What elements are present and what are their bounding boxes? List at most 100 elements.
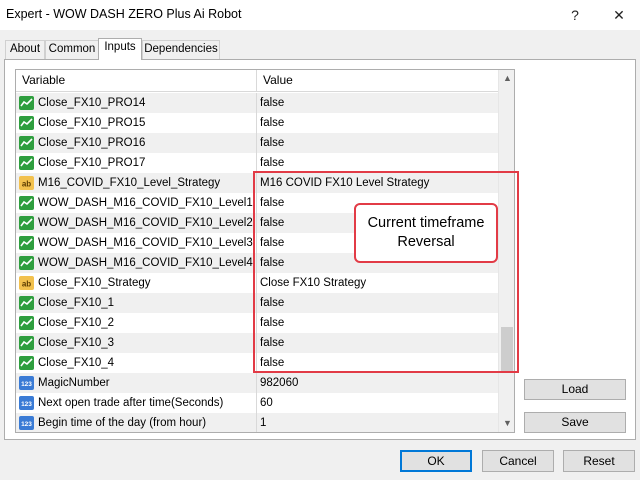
bool-param-icon xyxy=(19,356,34,370)
variable-name: WOW_DASH_M16_COVID_FX10_Level3 xyxy=(38,237,253,249)
reset-button[interactable]: Reset xyxy=(563,450,635,472)
table-row[interactable]: 123 Begin time of the day (from hour) 1 xyxy=(16,413,498,432)
svg-text:123: 123 xyxy=(21,381,32,388)
save-button[interactable]: Save xyxy=(524,412,626,433)
int-param-icon: 123 xyxy=(19,416,34,430)
cancel-button[interactable]: Cancel xyxy=(482,450,554,472)
value-cell[interactable]: false xyxy=(257,133,498,153)
int-param-icon: 123 xyxy=(19,376,34,390)
help-button[interactable]: ? xyxy=(560,3,590,27)
scroll-up-icon[interactable]: ▲ xyxy=(499,70,514,87)
variable-name: Close_FX10_PRO16 xyxy=(38,137,146,149)
bool-param-icon xyxy=(19,156,34,170)
tab-common[interactable]: Common xyxy=(45,40,99,59)
variable-cell[interactable]: WOW_DASH_M16_COVID_FX10_Level1 xyxy=(16,193,257,213)
variable-name: WOW_DASH_M16_COVID_FX10_Level1 xyxy=(38,197,253,209)
bool-param-icon xyxy=(19,256,34,270)
variable-cell[interactable]: WOW_DASH_M16_COVID_FX10_Level2 xyxy=(16,213,257,233)
annotation-callout: Current timeframe Reversal xyxy=(354,203,498,263)
value-text: 982060 xyxy=(260,377,299,389)
variable-cell[interactable]: Close_FX10_1 xyxy=(16,293,257,313)
table-row[interactable]: Close_FX10_PRO14 false xyxy=(16,93,498,113)
column-header-variable[interactable]: Variable xyxy=(16,70,257,91)
table-row[interactable]: 123 MagicNumber 982060 xyxy=(16,373,498,393)
value-text: 60 xyxy=(260,397,273,409)
tab-dependencies[interactable]: Dependencies xyxy=(142,40,220,59)
variable-name: Next open trade after time(Seconds) xyxy=(38,397,224,409)
variable-name: WOW_DASH_M16_COVID_FX10_Level4 xyxy=(38,257,253,269)
variable-cell[interactable]: 123 Next open trade after time(Seconds) xyxy=(16,393,257,413)
value-text: false xyxy=(260,97,285,109)
variable-cell[interactable]: WOW_DASH_M16_COVID_FX10_Level3 xyxy=(16,233,257,253)
bool-param-icon xyxy=(19,236,34,250)
variable-name: Close_FX10_1 xyxy=(38,297,115,309)
bool-param-icon xyxy=(19,336,34,350)
scroll-down-icon[interactable]: ▼ xyxy=(499,415,514,432)
svg-text:ab: ab xyxy=(22,180,31,189)
value-text: 1 xyxy=(260,417,267,429)
variable-cell[interactable]: Close_FX10_PRO15 xyxy=(16,113,257,133)
callout-line-1: Current timeframe xyxy=(367,215,485,231)
svg-text:123: 123 xyxy=(21,421,32,428)
value-cell[interactable]: false xyxy=(257,93,498,113)
variable-name: Close_FX10_3 xyxy=(38,337,115,349)
bool-param-icon xyxy=(19,316,34,330)
window-title: Expert - WOW DASH ZERO Plus Ai Robot xyxy=(6,7,242,21)
bool-param-icon xyxy=(19,136,34,150)
variable-cell[interactable]: Close_FX10_3 xyxy=(16,333,257,353)
value-cell[interactable]: false xyxy=(257,113,498,133)
value-cell[interactable]: 60 xyxy=(257,393,498,413)
variable-name: WOW_DASH_M16_COVID_FX10_Level2 xyxy=(38,217,253,229)
bool-param-icon xyxy=(19,216,34,230)
table-row[interactable]: 123 Next open trade after time(Seconds) 60 xyxy=(16,393,498,413)
svg-text:ab: ab xyxy=(22,280,31,289)
table-row[interactable]: Close_FX10_PRO17 false xyxy=(16,153,498,173)
string-param-icon: ab xyxy=(19,276,34,290)
value-cell[interactable]: 982060 xyxy=(257,373,498,393)
variable-cell[interactable]: Close_FX10_2 xyxy=(16,313,257,333)
value-cell[interactable]: 1 xyxy=(257,413,498,432)
column-header-value[interactable]: Value xyxy=(257,70,498,91)
variable-cell[interactable]: Close_FX10_PRO14 xyxy=(16,93,257,113)
tab-strip: About Common Inputs Dependencies xyxy=(0,38,640,60)
callout-line-2: Reversal xyxy=(397,234,455,250)
variable-cell[interactable]: 123 MagicNumber xyxy=(16,373,257,393)
variable-cell[interactable]: 123 Begin time of the day (from hour) xyxy=(16,413,257,432)
bool-param-icon xyxy=(19,296,34,310)
int-param-icon: 123 xyxy=(19,396,34,410)
annotation-highlight-box xyxy=(253,171,519,373)
bool-param-icon xyxy=(19,96,34,110)
variable-cell[interactable]: WOW_DASH_M16_COVID_FX10_Level4 xyxy=(16,253,257,273)
value-text: false xyxy=(260,157,285,169)
variable-cell[interactable]: Close_FX10_4 xyxy=(16,353,257,373)
variable-name: Close_FX10_PRO15 xyxy=(38,117,146,129)
variable-name: Close_FX10_Strategy xyxy=(38,277,151,289)
variable-cell[interactable]: Close_FX10_PRO16 xyxy=(16,133,257,153)
variable-cell[interactable]: ab Close_FX10_Strategy xyxy=(16,273,257,293)
variable-name: Close_FX10_PRO17 xyxy=(38,157,146,169)
string-param-icon: ab xyxy=(19,176,34,190)
tab-inputs[interactable]: Inputs xyxy=(98,38,142,60)
bool-param-icon xyxy=(19,196,34,210)
variable-name: Close_FX10_4 xyxy=(38,357,115,369)
variable-cell[interactable]: Close_FX10_PRO17 xyxy=(16,153,257,173)
variable-name: MagicNumber xyxy=(38,377,110,389)
close-button[interactable]: ✕ xyxy=(604,3,634,27)
variable-name: M16_COVID_FX10_Level_Strategy xyxy=(38,177,221,189)
variable-name: Close_FX10_2 xyxy=(38,317,115,329)
grid-header: Variable Value xyxy=(16,70,498,92)
table-row[interactable]: Close_FX10_PRO16 false xyxy=(16,133,498,153)
table-row[interactable]: Close_FX10_PRO15 false xyxy=(16,113,498,133)
value-cell[interactable]: false xyxy=(257,153,498,173)
value-text: false xyxy=(260,137,285,149)
svg-text:123: 123 xyxy=(21,401,32,408)
title-bar: Expert - WOW DASH ZERO Plus Ai Robot ? ✕ xyxy=(0,0,640,30)
tab-about[interactable]: About xyxy=(5,40,45,59)
load-button[interactable]: Load xyxy=(524,379,626,400)
bool-param-icon xyxy=(19,116,34,130)
variable-name: Begin time of the day (from hour) xyxy=(38,417,207,429)
variable-name: Close_FX10_PRO14 xyxy=(38,97,146,109)
value-text: false xyxy=(260,117,285,129)
variable-cell[interactable]: ab M16_COVID_FX10_Level_Strategy xyxy=(16,173,257,193)
ok-button[interactable]: OK xyxy=(400,450,472,472)
